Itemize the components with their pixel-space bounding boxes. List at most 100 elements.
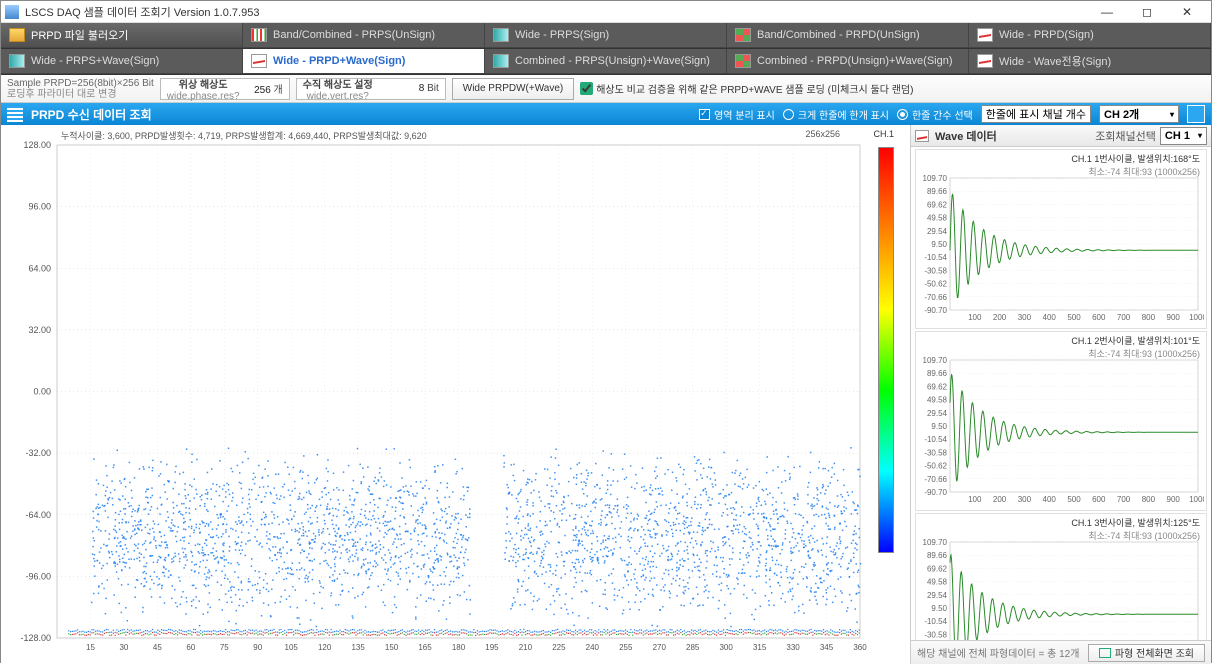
svg-text:-30.58: -30.58 <box>924 448 947 457</box>
tab-r2-4[interactable]: Wide - Wave전용(Sign) <box>969 49 1211 74</box>
svg-text:1000: 1000 <box>1189 495 1204 504</box>
tab-r2-0[interactable]: Wide - PRPS+Wave(Sign) <box>1 49 243 74</box>
svg-text:400: 400 <box>1043 313 1057 322</box>
svg-text:1000: 1000 <box>1189 313 1204 322</box>
wave-subchart-1[interactable]: CH.1 2번사이클, 발생위치:101°도최소:-74 최대:93 (1000… <box>915 331 1207 511</box>
opt-single-radio[interactable]: 크게 한줄에 한개 표시 <box>783 107 889 122</box>
tab-r2-3[interactable]: Combined - PRPD(Unsign)+Wave(Sign) <box>727 49 969 74</box>
svg-text:700: 700 <box>1117 313 1131 322</box>
tab-label: Wide - PRPS+Wave(Sign) <box>31 55 159 67</box>
svg-text:89.66: 89.66 <box>927 551 948 560</box>
svg-text:-70.66: -70.66 <box>924 475 947 484</box>
tab-row-2: Wide - PRPS+Wave(Sign) Wide - PRPD+Wave(S… <box>1 49 1211 75</box>
svg-text:69.62: 69.62 <box>927 200 948 209</box>
svg-text:285: 285 <box>686 643 700 652</box>
side-icon <box>493 28 509 42</box>
sample-label: Sample PRPD=256(8bit)×256 Bit 로딩후 파라미터 대… <box>7 78 154 100</box>
minimize-button[interactable]: — <box>1087 2 1127 22</box>
tab-r1-1[interactable]: Band/Combined - PRPS(UnSign) <box>243 23 485 48</box>
svg-text:800: 800 <box>1142 495 1156 504</box>
prpd-chart-pane: 누적사이클: 3,600, PRPD발생횟수: 4,719, PRPS발생합계:… <box>1 125 911 664</box>
tab-label: Wide - PRPD(Sign) <box>999 29 1094 41</box>
grid-icon <box>735 54 751 68</box>
svg-text:330: 330 <box>786 643 800 652</box>
svg-text:255: 255 <box>619 643 633 652</box>
svg-text:49.58: 49.58 <box>927 396 948 405</box>
channel-count-combo[interactable]: CH 2개▾ <box>1099 105 1179 123</box>
svg-text:9.50: 9.50 <box>931 604 947 613</box>
wave-footer: 해당 채널에 전체 파형데이터 = 총 12개 파형 전체화면 조회 <box>911 640 1211 664</box>
svg-text:180: 180 <box>452 643 466 652</box>
wide-prpdw-button[interactable]: Wide PRPDW(+Wave) <box>452 78 574 100</box>
wave-scroll[interactable]: CH.1 1번사이클, 발생위치:168°도최소:-74 최대:93 (1000… <box>911 147 1211 640</box>
svg-text:29.54: 29.54 <box>927 227 948 236</box>
svg-text:700: 700 <box>1117 495 1131 504</box>
svg-text:69.62: 69.62 <box>927 564 948 573</box>
svg-text:64.00: 64.00 <box>28 263 51 273</box>
svg-text:-96.00: -96.00 <box>25 571 51 581</box>
wave-ch-combo[interactable]: CH 1 ▾ <box>1160 127 1207 145</box>
svg-text:135: 135 <box>351 643 365 652</box>
opt-half-radio[interactable]: 한줄 간수 선택 <box>897 107 973 122</box>
tab-label: Wide - PRPS(Sign) <box>515 29 609 41</box>
line-icon <box>977 54 993 68</box>
tab-r1-4[interactable]: Wide - PRPD(Sign) <box>969 23 1211 48</box>
svg-text:-30.58: -30.58 <box>924 630 947 639</box>
svg-text:90: 90 <box>253 643 262 652</box>
svg-text:800: 800 <box>1142 313 1156 322</box>
tab-r2-1[interactable]: Wide - PRPD+Wave(Sign) <box>243 49 485 74</box>
svg-text:15: 15 <box>86 643 95 652</box>
svg-text:-50.62: -50.62 <box>924 462 947 471</box>
combo-label-box: 한줄에 표시 채널 개수 <box>981 105 1091 123</box>
svg-text:900: 900 <box>1167 313 1181 322</box>
wave-fullscreen-button[interactable]: 파형 전체화면 조회 <box>1088 644 1205 662</box>
svg-text:-10.54: -10.54 <box>924 253 947 262</box>
svg-text:30: 30 <box>119 643 128 652</box>
svg-text:100: 100 <box>968 313 982 322</box>
tab-label: Combined - PRPS(Unsign)+Wave(Sign) <box>515 55 710 67</box>
bar-icon <box>251 28 267 42</box>
svg-text:-70.66: -70.66 <box>924 293 947 302</box>
svg-text:-30.58: -30.58 <box>924 266 947 275</box>
svg-text:315: 315 <box>753 643 767 652</box>
tab-r1-3[interactable]: Band/Combined - PRPD(UnSign) <box>727 23 969 48</box>
close-button[interactable]: ✕ <box>1167 2 1207 22</box>
side-icon <box>9 54 25 68</box>
svg-text:109.70: 109.70 <box>923 538 948 547</box>
line-icon <box>977 28 993 42</box>
svg-text:105: 105 <box>285 643 299 652</box>
compare-checkbox[interactable]: 해상도 비교 검증을 위해 같은 PRPD+WAVE 샘플 로딩 (미체크시 둘… <box>580 81 913 96</box>
svg-text:100: 100 <box>968 495 982 504</box>
tab-r1-0[interactable]: PRPD 파일 불러오기 <box>1 23 243 48</box>
phase-res-box: 위상 해상도 wide.phase.res? 256 개 <box>160 78 290 100</box>
wave-header: Wave 데이터 조회채널선택 CH 1 ▾ <box>911 125 1211 147</box>
vert-res-box: 수직 해상도 설정 wide.vert.res? 8 Bit <box>296 78 446 100</box>
svg-text:0.00: 0.00 <box>33 387 51 397</box>
prpd-scatter-chart[interactable]: 128.0096.0064.0032.000.00-32.00-64.00-96… <box>1 125 910 664</box>
wave-subchart-2[interactable]: CH.1 3번사이클, 발생위치:125°도최소:-74 최대:93 (1000… <box>915 513 1207 640</box>
svg-text:89.66: 89.66 <box>927 187 948 196</box>
folder-icon <box>9 28 25 42</box>
tab-label: Band/Combined - PRPD(UnSign) <box>757 29 920 41</box>
svg-text:49.58: 49.58 <box>927 578 948 587</box>
main-row: 누적사이클: 3,600, PRPD발생횟수: 4,719, PRPS발생합계:… <box>1 125 1211 664</box>
svg-text:300: 300 <box>1018 313 1032 322</box>
tab-label: PRPD 파일 불러오기 <box>31 27 128 43</box>
svg-text:225: 225 <box>552 643 566 652</box>
svg-text:240: 240 <box>586 643 600 652</box>
opt-area-check[interactable]: 영역 분리 표시 <box>699 107 775 122</box>
svg-text:-128.00: -128.00 <box>20 633 51 643</box>
window-titlebar: LSCS DAQ 샘플 데이터 조회기 Version 1.0.7.953 — … <box>1 1 1211 23</box>
wave-subchart-0[interactable]: CH.1 1번사이클, 발생위치:168°도최소:-74 최대:93 (1000… <box>915 149 1207 329</box>
toggle-button[interactable] <box>1187 105 1205 123</box>
maximize-button[interactable]: ◻ <box>1127 2 1167 22</box>
svg-text:400: 400 <box>1043 495 1057 504</box>
tab-label: Band/Combined - PRPS(UnSign) <box>273 29 435 41</box>
tab-r2-2[interactable]: Combined - PRPS(Unsign)+Wave(Sign) <box>485 49 727 74</box>
tab-r1-2[interactable]: Wide - PRPS(Sign) <box>485 23 727 48</box>
svg-text:96.00: 96.00 <box>28 202 51 212</box>
wave-footer-text: 해당 채널에 전체 파형데이터 = 총 12개 <box>917 645 1082 660</box>
svg-text:-64.00: -64.00 <box>25 510 51 520</box>
svg-text:-90.70: -90.70 <box>924 488 947 497</box>
svg-text:500: 500 <box>1067 313 1081 322</box>
